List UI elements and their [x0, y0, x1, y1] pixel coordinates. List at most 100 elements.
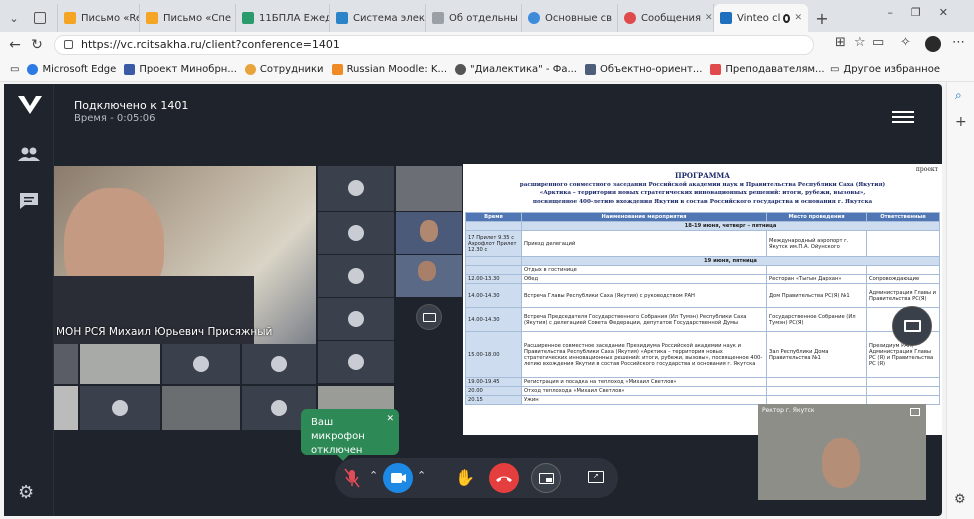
mic-off-icon: [344, 468, 360, 488]
slide-corner-label: проект: [915, 166, 938, 173]
more-icon[interactable]: ⋯: [952, 35, 965, 50]
self-face: [822, 438, 860, 488]
participant-video[interactable]: [396, 255, 462, 297]
camera-options-chevron-icon[interactable]: ⌃: [417, 469, 426, 482]
app-icon[interactable]: ⊞: [835, 35, 846, 50]
tab-label: Письмо «Re:: [81, 12, 140, 24]
participant-video[interactable]: [54, 344, 78, 384]
participant-tile[interactable]: [318, 212, 394, 254]
table-row: 20.00 Отход теплохода «Михаил Светлов»: [465, 386, 940, 396]
table-row: 17 Прилет 9.35 с Аэрофлот Прилет 12.30 с…: [465, 230, 940, 257]
tab-separate[interactable]: Об отдельны✕: [426, 4, 522, 32]
participant-video[interactable]: [396, 166, 462, 211]
tab-actions-chevron-icon[interactable]: ⌄: [0, 4, 28, 32]
camera-toggle-button[interactable]: [383, 463, 413, 493]
vinteo-app: ⚙ Подключено к 1401 Время - 0:05:06 МОН …: [4, 84, 942, 516]
profile-avatar[interactable]: [925, 36, 941, 52]
participant-tile[interactable]: [318, 166, 394, 211]
fav-staff[interactable]: Сотрудники: [244, 64, 324, 75]
participant-video[interactable]: [162, 386, 240, 430]
workspaces-icon: [34, 12, 46, 24]
cell-resp: [866, 386, 940, 396]
chat-icon[interactable]: [19, 192, 39, 210]
favorites-toggle-icon[interactable]: ▭: [10, 64, 19, 75]
pip-toggle-button[interactable]: [416, 304, 442, 330]
pip-toggle-button[interactable]: [892, 306, 932, 346]
fav-label: Проект Минобрн...: [139, 64, 237, 75]
add-icon[interactable]: +: [955, 114, 967, 130]
fav-dialektika[interactable]: "Диалектика" - Фа...: [455, 64, 577, 75]
window-controls[interactable]: –❐✕: [887, 6, 966, 19]
mail-icon: [146, 12, 158, 24]
participant-tile[interactable]: [396, 298, 462, 340]
mic-toggle-button[interactable]: [337, 463, 367, 493]
settings-gear-icon[interactable]: ⚙: [18, 482, 34, 503]
participants-icon[interactable]: [18, 146, 40, 162]
participant-avatar-icon: [348, 180, 364, 196]
fav-other[interactable]: ▭ Другое избранное: [830, 64, 940, 75]
cell-place: [766, 377, 867, 387]
presentation-slide: проект ПРОГРАММА расширенного совместног…: [463, 164, 942, 435]
extensions-icon[interactable]: ✧: [900, 35, 911, 50]
tab-system[interactable]: Система элек✕: [330, 4, 426, 32]
pip-icon[interactable]: [910, 408, 920, 416]
menu-icon[interactable]: [892, 108, 914, 124]
self-view-video[interactable]: Ректор г. Якутск: [758, 404, 926, 500]
participant-tile[interactable]: [162, 344, 240, 384]
cell-time: 17 Прилет 9.35 с Аэрофлот Прилет 12.30 с: [465, 230, 522, 257]
url-field[interactable]: https://vc.rcitsakha.ru/client?conferenc…: [54, 35, 814, 55]
close-icon[interactable]: ✕: [790, 13, 802, 23]
raise-hand-button[interactable]: ✋: [447, 463, 477, 493]
participant-avatar-icon: [348, 354, 364, 370]
mic-options-chevron-icon[interactable]: ⌃: [369, 469, 378, 482]
pip-icon: [904, 320, 921, 332]
tab-vinteo[interactable]: Vinteo cl ✕: [714, 4, 808, 32]
fav-project[interactable]: Проект Минобрн...: [124, 64, 237, 75]
people-icon: [244, 64, 256, 75]
tab-main[interactable]: Основные св✕: [522, 4, 618, 32]
settings-gear-icon[interactable]: ⚙: [954, 492, 966, 507]
participant-video[interactable]: [80, 344, 160, 384]
cell-place: Дом Правительства РС(Я) №1: [766, 283, 867, 308]
page-icon: [336, 12, 348, 24]
camera-icon[interactable]: ▭: [872, 35, 884, 50]
back-icon[interactable]: ←: [4, 37, 26, 53]
fav-microsoft-edge[interactable]: Microsoft Edge: [27, 64, 116, 75]
cell-resp: [866, 230, 940, 257]
fav-teachers[interactable]: Преподавателям...: [710, 64, 825, 75]
fav-oop[interactable]: Объектно-ориент...: [584, 64, 703, 75]
participant-tile[interactable]: [318, 298, 394, 340]
participant-video[interactable]: [396, 212, 462, 254]
screen-share-button[interactable]: ➚: [581, 463, 611, 493]
tab-workspaces[interactable]: [28, 4, 58, 32]
tab-mail-re[interactable]: Письмо «Re:✕: [58, 4, 140, 32]
hang-up-button[interactable]: [489, 463, 519, 493]
cell-time: 15.00-18.00: [465, 331, 522, 378]
column-header: Ответственные: [866, 212, 940, 222]
participant-video[interactable]: [54, 386, 78, 430]
address-bar-row: ← ↻ https://vc.rcitsakha.ru/client?confe…: [0, 32, 974, 58]
cell-place: Международный аэропорт г. Якутск им.П.А.…: [766, 230, 867, 257]
pip-layout-button[interactable]: [531, 463, 561, 493]
fav-moodle[interactable]: Russian Moodle: K...: [331, 64, 447, 75]
document-icon: [432, 12, 444, 24]
participant-tile[interactable]: [318, 341, 394, 383]
lock-icon: [64, 40, 73, 49]
cell-event: Встреча Председателя Государственного Со…: [521, 307, 767, 332]
tab-messages[interactable]: Сообщения ✕: [618, 4, 714, 32]
new-tab-icon[interactable]: +: [808, 4, 836, 32]
fav-label: Объектно-ориент...: [599, 64, 703, 75]
table-row: 14.00-14.30 Встреча Главы Республики Саха…: [465, 283, 940, 308]
participant-tile[interactable]: [80, 386, 160, 430]
close-icon[interactable]: ✕: [386, 412, 394, 426]
refresh-icon[interactable]: ↻: [26, 37, 48, 53]
close-icon[interactable]: ✕: [701, 13, 713, 23]
tab-mail-spe[interactable]: Письмо «Спе✕: [140, 4, 236, 32]
cell-time: 12.00-13.30: [465, 274, 522, 284]
search-icon[interactable]: ⌕: [955, 88, 962, 103]
participant-tile[interactable]: [318, 255, 394, 297]
participant-face: [418, 261, 436, 281]
tab-bpla[interactable]: 11БПЛА Ежед✕: [236, 4, 330, 32]
participant-tile[interactable]: [242, 344, 316, 384]
star-icon[interactable]: ☆: [854, 35, 866, 50]
